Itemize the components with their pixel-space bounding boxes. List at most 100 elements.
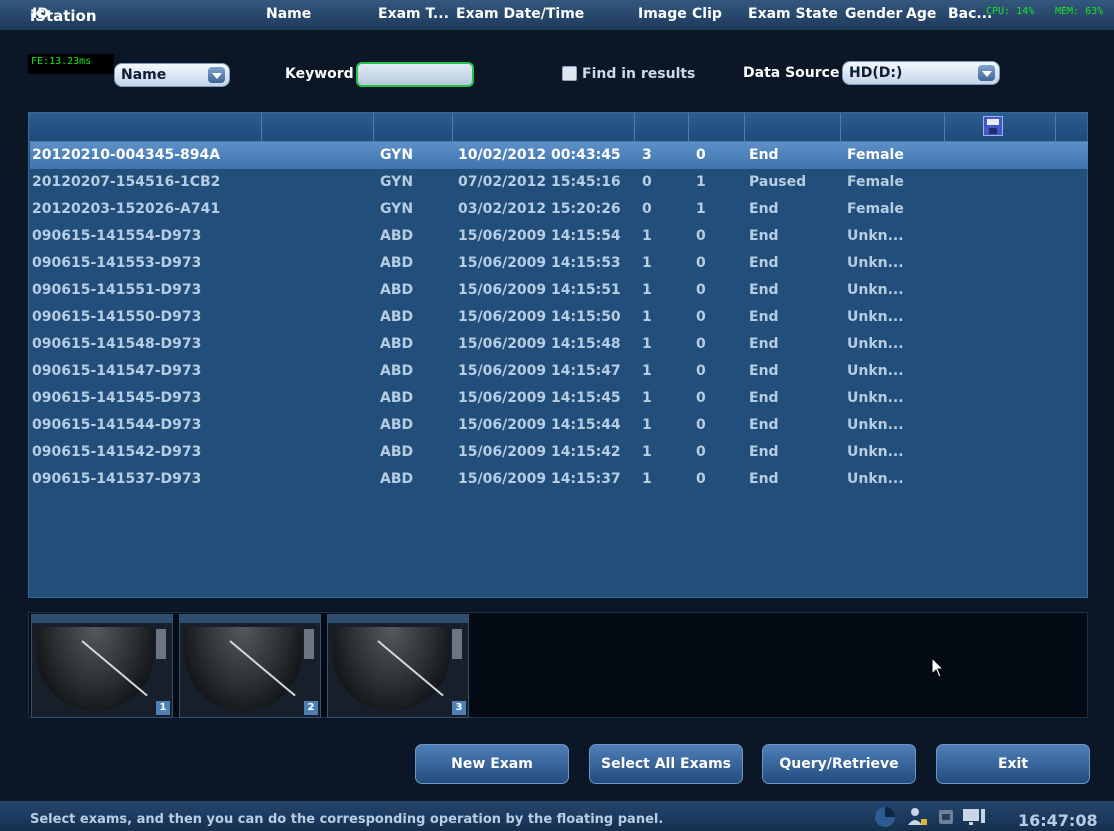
cell-exam-type: ABD	[380, 417, 414, 433]
cell-gender: Unkn...	[847, 282, 904, 298]
user-icon[interactable]	[905, 805, 929, 829]
table-row[interactable]: 090615-141537-D973 ABD 15/06/2009 14:15:37…	[30, 466, 1088, 493]
cell-exam-datetime: 15/06/2009 14:15:53	[458, 255, 621, 271]
table-row[interactable]: 090615-141544-D973 ABD 15/06/2009 14:15:44…	[30, 412, 1088, 439]
cell-image: 1	[642, 471, 652, 487]
cell-exam-datetime: 15/06/2009 14:15:48	[458, 336, 621, 352]
table-row[interactable]: 090615-141542-D973 ABD 15/06/2009 14:15:42…	[30, 439, 1088, 466]
table-row[interactable]: 20120210-004345-894A GYN 10/02/2012 00:43:…	[30, 142, 1088, 169]
column-header-exam-state[interactable]: Exam State	[748, 6, 838, 22]
query-retrieve-button[interactable]: Query/Retrieve	[762, 744, 916, 784]
column-divider[interactable]	[744, 113, 745, 141]
cell-image: 1	[642, 417, 652, 433]
thumbnail-decoration	[32, 615, 172, 623]
thumbnail-decoration	[452, 629, 462, 659]
column-header-gender[interactable]: Gender	[845, 6, 902, 22]
cell-id: 090615-141548-D973	[32, 336, 202, 352]
find-in-results-label[interactable]: Find in results	[582, 66, 695, 82]
cell-exam-state: End	[749, 282, 779, 298]
table-row[interactable]: 20120207-154516-1CB2 GYN 07/02/2012 15:45:…	[30, 169, 1088, 196]
item-select-value: Name	[121, 67, 167, 83]
column-header-clip[interactable]: Clip	[692, 6, 722, 22]
cell-gender: Unkn...	[847, 390, 904, 406]
cell-exam-datetime: 15/06/2009 14:15:45	[458, 390, 621, 406]
data-source-value: HD(D:)	[849, 65, 903, 81]
cell-exam-state: End	[749, 471, 779, 487]
table-row[interactable]: 090615-141548-D973 ABD 15/06/2009 14:15:48…	[30, 331, 1088, 358]
cell-image: 0	[642, 201, 652, 217]
data-source-select[interactable]: HD(D:)	[842, 61, 1000, 85]
column-header-name[interactable]: Name	[266, 6, 311, 22]
column-divider[interactable]	[1055, 113, 1056, 141]
column-divider[interactable]	[634, 113, 635, 141]
cell-exam-type: ABD	[380, 255, 414, 271]
image-thumbnail[interactable]: 2	[179, 614, 321, 718]
column-header-age[interactable]: Age	[906, 6, 936, 22]
cell-clip: 0	[696, 309, 706, 325]
cell-exam-state: End	[749, 417, 779, 433]
image-thumbnail[interactable]: 1	[31, 614, 173, 718]
status-hint: Select exams, and then you can do the co…	[30, 812, 664, 827]
table-header	[29, 113, 1087, 142]
column-header-image[interactable]: Image	[638, 6, 687, 22]
cell-id: 090615-141554-D973	[32, 228, 202, 244]
image-thumbnail[interactable]: 3	[327, 614, 469, 718]
column-header-backup[interactable]: Bac...	[948, 6, 992, 22]
table-row[interactable]: 090615-141553-D973 ABD 15/06/2009 14:15:53…	[30, 250, 1088, 277]
cell-id: 090615-141542-D973	[32, 444, 202, 460]
cell-image: 1	[642, 282, 652, 298]
cell-image: 1	[642, 336, 652, 352]
column-divider[interactable]	[944, 113, 945, 141]
cell-id: 090615-141537-D973	[32, 471, 202, 487]
cell-exam-datetime: 07/02/2012 15:45:16	[458, 174, 621, 190]
printer-icon[interactable]	[936, 805, 956, 829]
item-select[interactable]: Name	[114, 63, 230, 87]
table-row[interactable]: 20120203-152026-A741 GYN 03/02/2012 15:20:…	[30, 196, 1088, 223]
cell-image: 1	[642, 363, 652, 379]
cell-image: 1	[642, 309, 652, 325]
table-row[interactable]: 090615-141550-D973 ABD 15/06/2009 14:15:50…	[30, 304, 1088, 331]
cell-exam-state: End	[749, 444, 779, 460]
column-divider[interactable]	[373, 113, 374, 141]
cell-exam-datetime: 15/06/2009 14:15:54	[458, 228, 621, 244]
cell-image: 0	[642, 174, 652, 190]
column-divider[interactable]	[688, 113, 689, 141]
cell-exam-type: ABD	[380, 363, 414, 379]
chevron-down-icon[interactable]	[208, 67, 225, 83]
mouse-cursor-icon	[931, 657, 945, 678]
thumbnail-decoration	[156, 629, 166, 659]
cell-exam-type: GYN	[380, 147, 414, 163]
select-all-exams-button[interactable]: Select All Exams	[589, 744, 743, 784]
cell-image: 1	[642, 444, 652, 460]
cell-exam-state: End	[749, 147, 779, 163]
table-row[interactable]: 090615-141551-D973 ABD 15/06/2009 14:15:51…	[30, 277, 1088, 304]
column-settings-icon[interactable]	[983, 116, 1003, 136]
column-header-id[interactable]: ID	[32, 6, 49, 22]
cell-clip: 0	[696, 390, 706, 406]
cell-exam-datetime: 03/02/2012 15:20:26	[458, 201, 621, 217]
cell-id: 20120210-004345-894A	[32, 147, 221, 163]
find-in-results-checkbox[interactable]	[562, 66, 577, 81]
chevron-down-icon[interactable]	[978, 65, 995, 81]
cell-image: 3	[642, 147, 652, 163]
table-row[interactable]: 090615-141545-D973 ABD 15/06/2009 14:15:45…	[30, 385, 1088, 412]
cell-gender: Female	[847, 147, 904, 163]
column-header-exam-type[interactable]: Exam T...	[378, 6, 449, 22]
new-exam-button[interactable]: New Exam	[415, 744, 569, 784]
cell-id: 20120203-152026-A741	[32, 201, 221, 217]
cell-exam-state: End	[749, 390, 779, 406]
column-divider[interactable]	[261, 113, 262, 141]
cell-exam-datetime: 15/06/2009 14:15:44	[458, 417, 621, 433]
monitor-icon[interactable]	[960, 805, 988, 829]
table-row[interactable]: 090615-141547-D973 ABD 15/06/2009 14:15:47…	[30, 358, 1088, 385]
column-header-exam-datetime[interactable]: Exam Date/Time	[456, 6, 584, 22]
column-divider[interactable]	[840, 113, 841, 141]
cell-id: 090615-141550-D973	[32, 309, 202, 325]
keyword-input[interactable]	[356, 62, 474, 87]
column-divider[interactable]	[452, 113, 453, 141]
cell-gender: Female	[847, 174, 904, 190]
table-row[interactable]: 090615-141554-D973 ABD 15/06/2009 14:15:54…	[30, 223, 1088, 250]
cell-exam-state: End	[749, 255, 779, 271]
cell-clip: 1	[696, 174, 706, 190]
exit-button[interactable]: Exit	[936, 744, 1090, 784]
